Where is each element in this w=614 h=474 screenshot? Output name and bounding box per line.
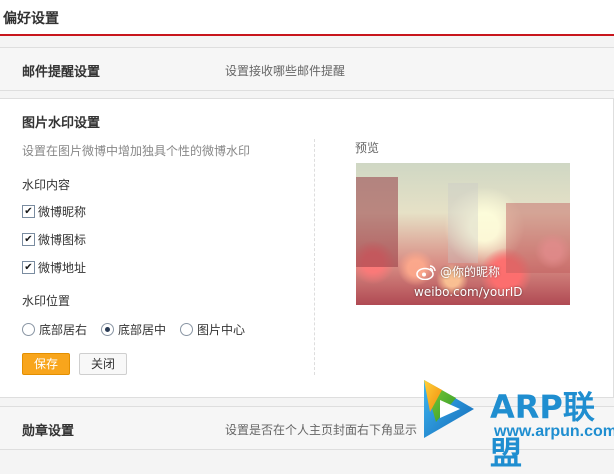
weibo-logo-icon — [416, 264, 436, 280]
radio-unchecked-icon[interactable] — [22, 323, 35, 336]
checkbox-weibo-icon[interactable]: ✔ 微博图标 — [22, 231, 86, 247]
mail-settings-title[interactable]: 邮件提醒设置 — [22, 61, 100, 80]
watermark-settings-desc: 设置在图片微博中增加独具个性的微博水印 — [22, 144, 251, 158]
watermark-preview-image: @你的昵称 weibo.com/yourID — [356, 163, 570, 305]
preview-building-shape — [448, 183, 478, 263]
watermark-position-radio-group: 底部居右 底部居中 图片中心 — [22, 321, 259, 338]
checkbox-checked-icon[interactable]: ✔ — [22, 232, 35, 246]
radio-label: 底部居中 — [118, 323, 167, 337]
checkbox-weibo-nickname[interactable]: ✔ 微博昵称 — [22, 203, 86, 219]
radio-label: 图片中心 — [197, 323, 246, 337]
checkbox-weibo-address[interactable]: ✔ 微博地址 — [22, 259, 86, 275]
watermark-settings-panel: 图片水印设置 设置在图片微博中增加独具个性的微博水印 水印内容 ✔ 微博昵称 ✔… — [0, 98, 614, 398]
preview-nickname-text: @你的昵称 — [440, 265, 501, 279]
checkbox-label: 微博图标 — [38, 232, 87, 247]
preview-building-shape — [356, 177, 398, 267]
mail-settings-section[interactable]: 邮件提醒设置 设置接收哪些邮件提醒 — [0, 47, 614, 91]
checkbox-checked-icon[interactable]: ✔ — [22, 260, 35, 274]
arp-logo-watermark: ARP联盟 www.arpun.com — [414, 368, 614, 472]
watermark-position-label: 水印位置 — [22, 294, 71, 308]
preview-label: 预览 — [355, 141, 380, 155]
radio-bottom-center[interactable]: 底部居中 — [101, 321, 166, 338]
preview-url-text: weibo.com/yourID — [414, 285, 523, 299]
radio-checked-icon[interactable] — [101, 323, 115, 336]
medal-settings-title[interactable]: 勋章设置 — [22, 420, 74, 439]
checkbox-checked-icon[interactable]: ✔ — [22, 204, 35, 218]
radio-image-center[interactable]: 图片中心 — [180, 321, 245, 338]
preview-watermark-nickname-row: @你的昵称 — [416, 263, 500, 280]
preview-bus-shape — [506, 203, 570, 273]
logo-url-text: www.arpun.com — [494, 423, 614, 440]
page-title: 偏好设置 — [3, 11, 59, 27]
checkbox-label: 微博地址 — [38, 260, 87, 275]
radio-unchecked-icon[interactable] — [180, 323, 194, 336]
save-button[interactable]: 保存 — [22, 353, 70, 375]
close-button[interactable]: 关闭 — [79, 353, 127, 375]
radio-label: 底部居右 — [39, 323, 88, 337]
mail-settings-desc: 设置接收哪些邮件提醒 — [225, 64, 346, 78]
radio-bottom-right[interactable]: 底部居右 — [22, 321, 87, 338]
checkbox-label: 微博昵称 — [38, 204, 87, 219]
panel-divider — [314, 139, 315, 375]
page-header: 偏好设置 — [0, 0, 614, 36]
medal-settings-desc: 设置是否在个人主页封面右下角显示 — [225, 423, 418, 437]
watermark-settings-title: 图片水印设置 — [22, 116, 101, 131]
play-logo-icon — [424, 380, 474, 438]
watermark-content-label: 水印内容 — [22, 178, 71, 192]
